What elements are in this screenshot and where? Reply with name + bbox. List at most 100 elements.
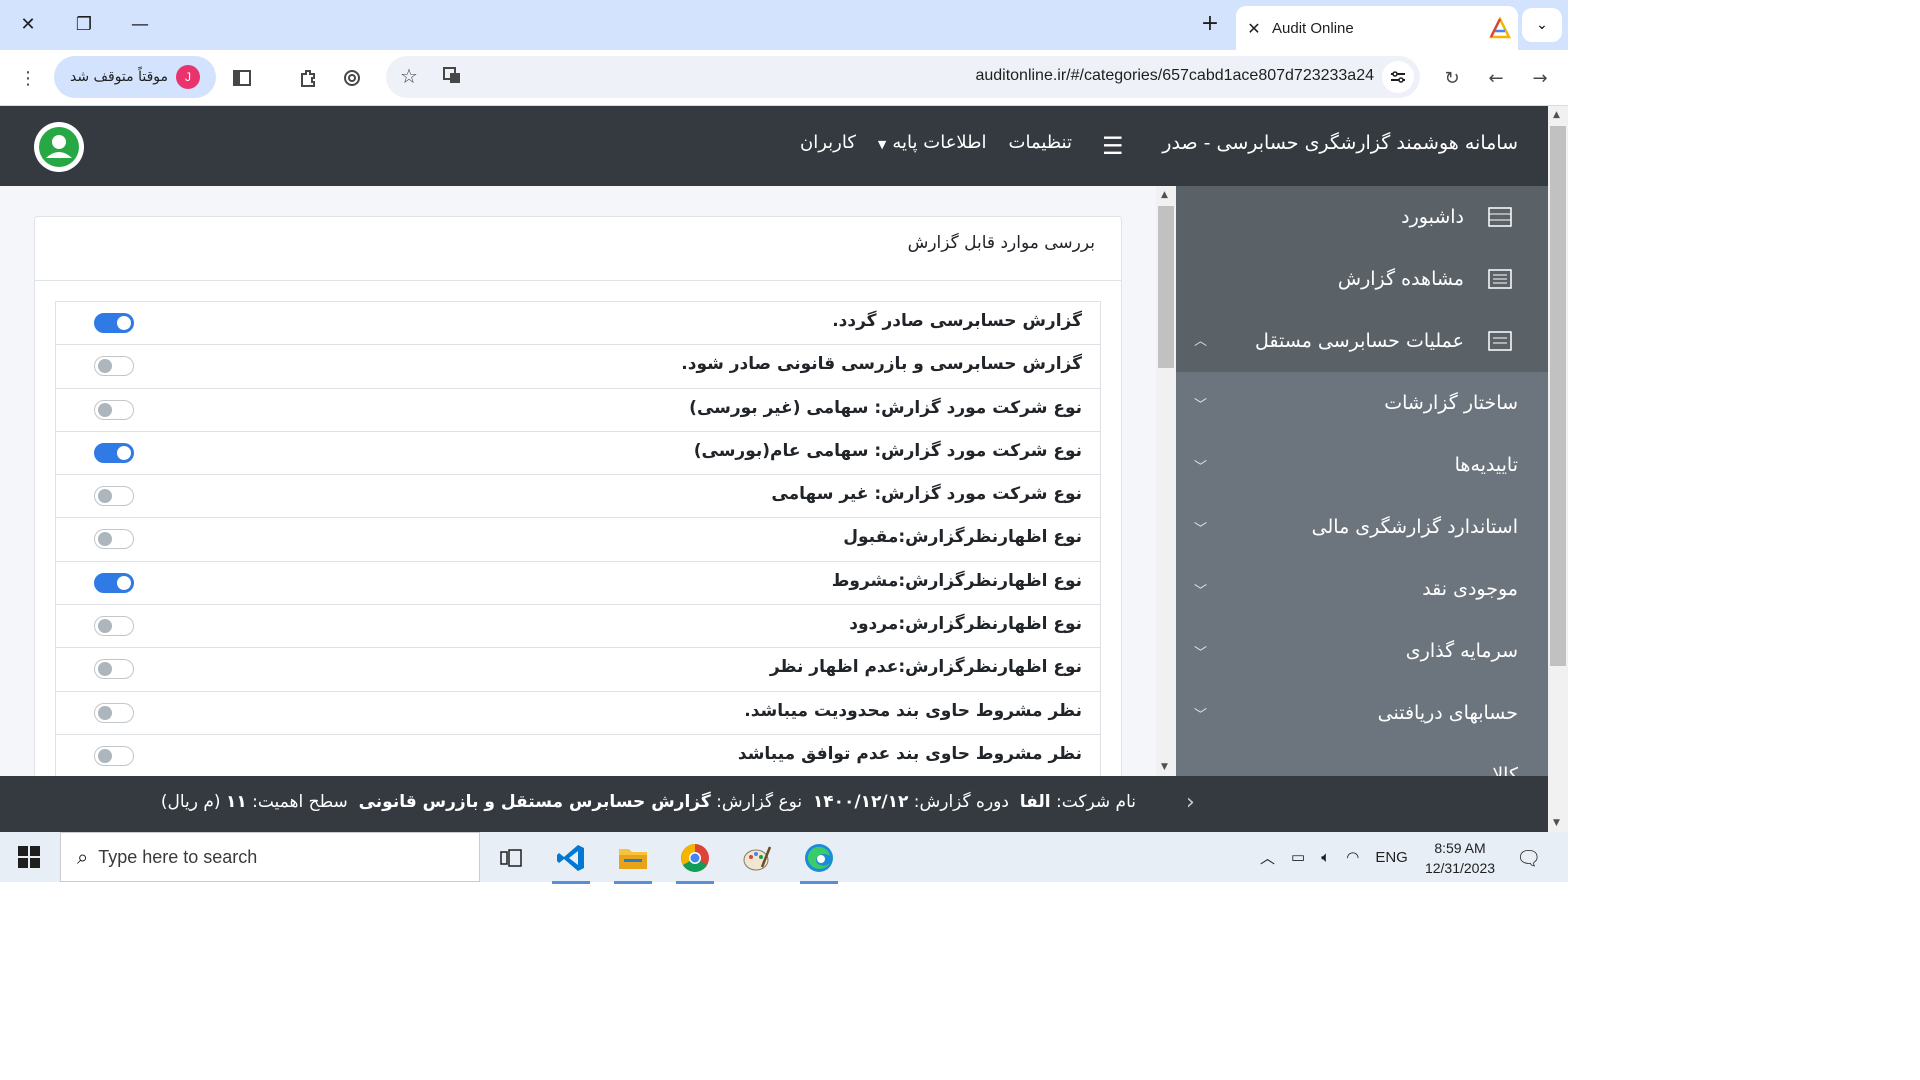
taskbar-search-box[interactable]: ⌕ Type here to search [60,832,480,882]
report-item-toggle[interactable] [94,702,134,723]
chevron-down-icon: ﹀ [1194,708,1208,723]
sidebar-subitem-financial-reporting-standard[interactable]: استاندارد گزارشگری مالی ﹀ [1176,496,1548,558]
list-icon [1478,269,1522,289]
scroll-up-arrow-icon[interactable]: ▲ [1161,190,1168,200]
bookmark-star-icon[interactable]: ☆ [400,64,418,88]
top-nav: تنظیمات اطلاعات پایه ▼ کاربران [800,132,1072,153]
page-scrollbar[interactable]: ▲ ▼ [1548,106,1568,832]
sidebar-item-view-report[interactable]: مشاهده گزارش [1176,248,1548,310]
toggle-knob [98,705,112,720]
report-item-toggle[interactable] [94,616,134,637]
report-item-toggle[interactable] [94,313,134,333]
wifi-icon[interactable]: ◠ [1346,848,1359,866]
sidebar-item-label: عملیات حسابرسی مستقل [1255,330,1464,352]
side-panel-icon[interactable] [226,62,258,94]
report-item-toggle[interactable] [94,572,134,593]
language-indicator[interactable]: ENG [1375,849,1408,866]
edge-icon[interactable] [796,838,842,884]
favicon-icon [1482,10,1518,46]
site-settings-icon[interactable] [1382,61,1414,93]
kebab-menu-icon[interactable]: ⋮ [12,62,44,94]
chevron-down-icon: ﹀ [1194,522,1208,537]
profile-status: موقتاً متوقف شد [69,69,169,85]
browser-toolbar: ⋮ J موقتاً متوقف شد ☆ auditonline.ir/#/c… [0,50,1568,106]
task-view-icon[interactable] [488,838,534,878]
back-arrow-icon[interactable]: ← [1480,62,1512,94]
sidebar-subitem-label: کالا [1492,764,1518,776]
user-avatar[interactable] [34,122,84,172]
sidebar-item-dashboard[interactable]: داشبورد [1176,186,1548,248]
windows-start-icon[interactable] [18,846,40,868]
reload-icon[interactable]: ↻ [1436,62,1468,94]
report-item-label: نوع اظهارنظرگزارش:عدم اظهار نظر [769,657,1082,678]
search-icon: ⌕ [77,845,89,869]
report-item-toggle[interactable] [94,399,134,420]
report-item-label: نوع اظهارنظرگزارش:مردود [849,614,1082,635]
main-scrollbar[interactable]: ▲ ▼ [1156,186,1176,776]
scrollbar-thumb[interactable] [1550,126,1566,666]
minimize-window-icon[interactable]: — [122,8,158,40]
sidebar-subitem-label: ساختار گزارشات [1384,392,1518,414]
report-item-label: نظر مشروط حاوی بند محدودیت میباشد. [744,700,1082,721]
caret-down-icon: ▼ [877,138,887,151]
clock[interactable]: 8:59 AM 12/31/2023 [1420,838,1500,878]
notifications-icon[interactable]: 🗨︎ [1516,846,1541,870]
sidebar-subitem-cash[interactable]: موجودی نقد ﹀ [1176,558,1548,620]
nav-settings[interactable]: تنظیمات [1009,132,1072,153]
profile-button[interactable]: J موقتاً متوقف شد [54,56,216,98]
translate-icon[interactable] [442,65,462,89]
toggle-knob [117,316,131,330]
scrollbar-thumb[interactable] [1158,206,1174,368]
tray-chevron-up-icon[interactable]: ︿ [1260,847,1275,868]
volume-icon[interactable]: 🔈︎ [1321,849,1330,866]
report-item-label: نوع شرکت مورد گزارش: سهامی عام(بورسی) [693,440,1082,461]
report-item-row: نوع شرکت مورد گزارش: غیر سهامی [55,475,1101,519]
tab-list-chevron-icon[interactable]: ⌄ [1522,8,1562,42]
sidebar-subitem-report-structure[interactable]: ساختار گزارشات ﹀ [1176,372,1548,434]
chevron-right-icon[interactable]: › [1186,790,1195,815]
paint-icon[interactable] [734,838,780,878]
materiality-value: ۱۱ [225,792,247,812]
taskbar: ⌕ Type here to search ︿ ▭ 🔈︎ ◠ ENG 8:59 … [0,832,1568,884]
extension-lens-icon[interactable] [336,62,368,94]
sidebar-subitem-receivables[interactable]: حسابهای دریافتنی ﹀ [1176,682,1548,744]
browser-tab[interactable]: ✕ Audit Online [1236,6,1518,50]
file-explorer-icon[interactable] [610,838,656,884]
url-text: auditonline.ir/#/categories/657cabd1ace8… [975,67,1374,84]
sidebar-subitem-goods[interactable]: کالا [1176,744,1548,776]
sidebar-item-label: مشاهده گزارش [1337,268,1464,290]
close-window-icon[interactable]: ✕ [10,8,46,40]
report-item-toggle[interactable] [94,529,134,550]
app-header: سامانه هوشمند گزارشگری حسابرسی - صدر ☰ ت… [0,106,1548,186]
extensions-icon[interactable] [292,62,324,94]
report-item-toggle[interactable] [94,486,134,507]
report-item-toggle[interactable] [94,356,134,377]
report-item-toggle[interactable] [94,659,134,680]
scroll-down-arrow-icon[interactable]: ▼ [1553,818,1560,828]
report-item-row: نوع اظهارنظرگزارش:عدم اظهار نظر [55,648,1101,692]
sidebar-subitem-investment[interactable]: سرمایه گذاری ﹀ [1176,620,1548,682]
tab-close-icon[interactable]: ✕ [1236,19,1272,38]
report-item-row: گزارش حسابرسی صادر گردد. [55,302,1101,346]
restore-window-icon[interactable]: ❐ [66,8,102,40]
sidebar-item-independent-audit[interactable]: عملیات حسابرسی مستقل ︿ [1176,310,1548,372]
network-icon[interactable]: ▭ [1291,848,1305,866]
chrome-icon[interactable] [672,838,718,884]
nav-users[interactable]: کاربران [800,132,856,153]
clock-time: 8:59 AM [1434,840,1486,856]
vscode-icon[interactable] [548,838,594,884]
tab-title: Audit Online [1272,19,1354,37]
report-items-list: گزارش حسابرسی صادر گردد. گزارش حسابرسی و … [55,301,1101,776]
address-bar[interactable]: ☆ auditonline.ir/#/categories/657cabd1ac… [386,56,1420,98]
new-tab-button[interactable]: + [1196,10,1224,38]
forward-arrow-icon[interactable]: → [1524,62,1556,94]
report-item-toggle[interactable] [94,745,134,766]
table-icon [1478,207,1522,227]
hamburger-menu-icon[interactable]: ☰ [1102,132,1124,160]
report-item-label: نظر مشروط حاوی بند عدم توافق میباشد [737,743,1082,764]
report-item-toggle[interactable] [94,442,134,463]
scroll-down-arrow-icon[interactable]: ▼ [1161,762,1168,772]
sidebar-subitem-confirmations[interactable]: تاییدیه‌ها ﹀ [1176,434,1548,496]
nav-base-info[interactable]: اطلاعات پایه ▼ [878,132,987,153]
scroll-up-arrow-icon[interactable]: ▲ [1553,110,1560,120]
